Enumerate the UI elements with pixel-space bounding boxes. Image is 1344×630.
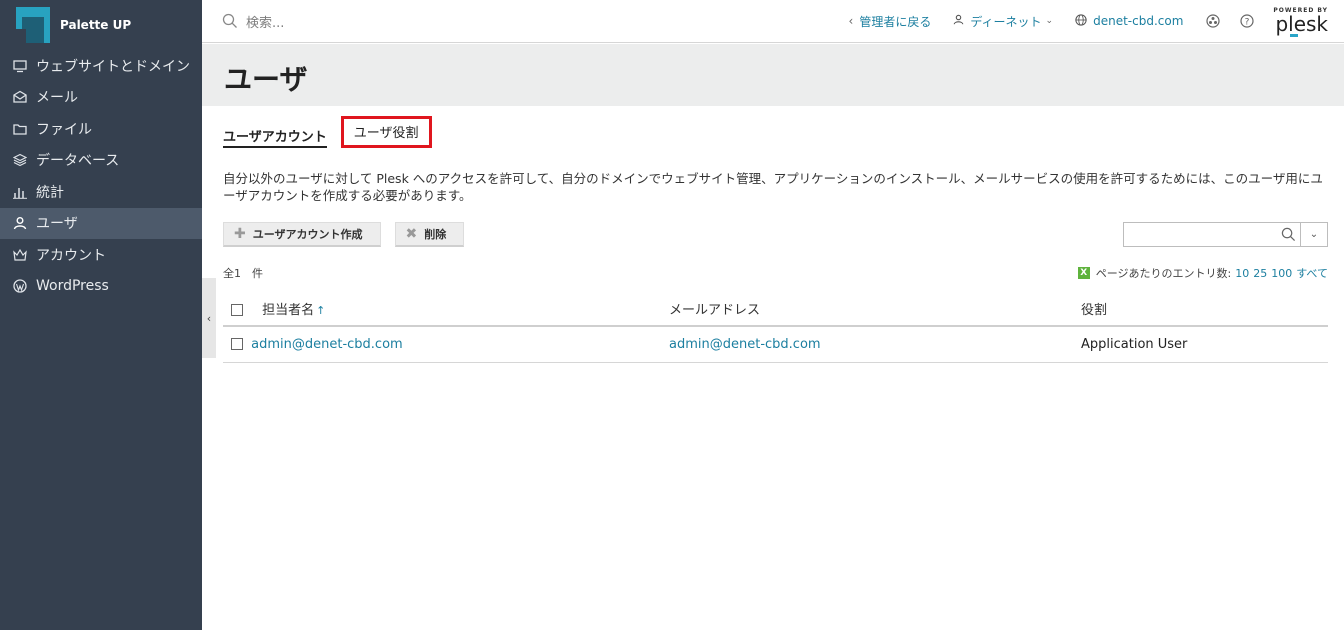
column-email[interactable]: メールアドレス: [669, 291, 1081, 327]
main-content: ユーザアカウント ユーザ役割 自分以外のユーザに対して Plesk へのアクセス…: [223, 106, 1328, 363]
title-band: ユーザ: [202, 44, 1344, 106]
sidebar-item-label: メール: [36, 90, 78, 107]
plesk-wordmark: plesk: [1275, 12, 1328, 37]
user-name: ディーネット: [970, 14, 1042, 29]
folder-icon: [13, 122, 27, 136]
brand-name: Palette UP: [60, 18, 132, 32]
svg-text:?: ?: [1245, 18, 1250, 28]
chevron-left-icon: ‹: [848, 14, 854, 28]
sidebar-item-account[interactable]: アカウント: [0, 239, 202, 271]
sidebar-item-label: 統計: [36, 184, 64, 201]
sidebar-item-statistics[interactable]: 統計: [0, 176, 202, 208]
per-page-option[interactable]: 10: [1235, 267, 1249, 280]
sidebar-item-label: アカウント: [36, 247, 106, 264]
list-meta: 全1 件 X ページあたりのエントリ数: 10 25 100 すべて: [223, 265, 1328, 281]
search-icon[interactable]: [1281, 227, 1296, 242]
sidebar-item-wordpress[interactable]: WordPress: [0, 271, 202, 303]
cell-role: Application User: [1081, 326, 1328, 363]
tab-user-accounts[interactable]: ユーザアカウント: [223, 122, 327, 148]
select-all-checkbox[interactable]: [231, 304, 243, 316]
sidebar-item-label: ファイル: [36, 121, 92, 138]
search-field[interactable]: 検索...: [222, 12, 849, 31]
user-menu[interactable]: ディーネット ⌄: [953, 13, 1053, 30]
back-to-admin-label: 管理者に戻る: [859, 14, 932, 29]
delete-label: 削除: [424, 227, 447, 241]
cell-email: admin@denet-cbd.com: [669, 326, 1081, 363]
create-user-account-label: ユーザアカウント作成: [252, 227, 363, 241]
domain-link[interactable]: denet-cbd.com: [1075, 13, 1184, 29]
crown-icon: [13, 248, 27, 262]
column-label: 担当者名: [262, 302, 315, 318]
tabs: ユーザアカウント ユーザ役割: [223, 116, 1328, 154]
cell-name: admin@denet-cbd.com: [223, 326, 669, 363]
tab-user-roles[interactable]: ユーザ役割: [340, 116, 432, 148]
column-role[interactable]: 役割: [1081, 291, 1328, 327]
help-icon: ?: [1240, 14, 1255, 28]
search-icon: [222, 13, 237, 28]
mail-icon: [13, 90, 27, 104]
list-search: ⌄: [1123, 221, 1328, 247]
back-to-admin-link[interactable]: ‹ 管理者に戻る: [849, 13, 932, 30]
domain-name: denet-cbd.com: [1093, 14, 1184, 28]
sort-up-icon: ↑: [316, 303, 326, 317]
sidebar-item-label: データベース: [36, 153, 120, 170]
per-page-option[interactable]: 100: [1271, 267, 1292, 280]
extensions-icon: [1206, 14, 1221, 28]
wordpress-icon: [13, 279, 27, 293]
users-table: 担当者名 ↑ メールアドレス 役割 admin@denet-cbd.com adm…: [223, 291, 1328, 363]
chevron-left-icon: ‹: [206, 311, 212, 325]
brand-logo-icon: [16, 7, 50, 43]
page-description: 自分以外のユーザに対して Plesk へのアクセスを許可して、自分のドメインでウ…: [223, 171, 1323, 203]
sidebar-item-label: ユーザ: [36, 216, 78, 233]
page-title: ユーザ: [224, 63, 308, 96]
create-user-account-button[interactable]: ✚ ユーザアカウント作成: [223, 221, 381, 247]
sidebar-item-users[interactable]: ユーザ: [0, 207, 202, 239]
excel-export-icon[interactable]: X: [1077, 267, 1090, 279]
brand[interactable]: Palette UP: [0, 0, 202, 50]
sidebar-item-databases[interactable]: データベース: [0, 145, 202, 177]
monitor-icon: [13, 59, 27, 73]
per-page-label: ページあたりのエントリ数:: [1095, 267, 1232, 280]
plesk-logo: POWERED BY plesk: [1273, 8, 1328, 37]
list-search-input[interactable]: [1123, 221, 1301, 247]
extensions-button[interactable]: [1205, 13, 1221, 29]
user-icon: [953, 14, 964, 28]
row-checkbox[interactable]: [231, 338, 243, 351]
per-page-option[interactable]: 25: [1253, 267, 1267, 280]
toolbar: ✚ ユーザアカウント作成 ✖ 削除 ⌄: [223, 221, 1328, 247]
database-icon: [13, 153, 27, 167]
sidebar-nav: ウェブサイトとドメイン メール ファイル データベース 統計 ユーザ アカウント…: [0, 50, 202, 302]
sidebar-item-websites[interactable]: ウェブサイトとドメイン: [0, 50, 202, 82]
user-icon: [13, 216, 27, 230]
table-row: admin@denet-cbd.com admin@denet-cbd.com …: [223, 326, 1328, 363]
delete-button[interactable]: ✖ 削除: [394, 221, 465, 247]
table-header-row: 担当者名 ↑ メールアドレス 役割: [223, 291, 1328, 327]
per-page-option[interactable]: すべて: [1296, 265, 1328, 281]
sidebar: Palette UP ウェブサイトとドメイン メール ファイル データベース 統…: [0, 0, 202, 630]
header: 検索... ‹ 管理者に戻る ディーネット ⌄ denet-cbd.com ? …: [202, 0, 1344, 43]
plus-icon: ✚: [234, 225, 246, 242]
per-page-selector: X ページあたりのエントリ数: 10 25 100 すべて: [1077, 265, 1328, 281]
sidebar-item-mail[interactable]: メール: [0, 82, 202, 114]
help-button[interactable]: ?: [1239, 13, 1255, 29]
delete-icon: ✖: [405, 225, 418, 242]
user-email-link[interactable]: admin@denet-cbd.com: [669, 337, 821, 352]
sidebar-item-label: ウェブサイトとドメイン: [36, 58, 190, 75]
globe-icon: [1075, 13, 1087, 29]
sidebar-item-files[interactable]: ファイル: [0, 113, 202, 145]
chevron-down-icon: ⌄: [1045, 16, 1054, 26]
user-name-link[interactable]: admin@denet-cbd.com: [251, 337, 403, 352]
search-input[interactable]: 検索...: [246, 12, 284, 31]
sidebar-collapse-button[interactable]: ‹: [202, 278, 216, 358]
total-count: 全1 件: [223, 267, 263, 280]
bar-chart-icon: [13, 185, 27, 199]
chevron-down-icon: ⌄: [1309, 228, 1319, 240]
search-options-dropdown[interactable]: ⌄: [1301, 221, 1328, 247]
sidebar-item-label: WordPress: [36, 278, 109, 295]
column-contact-name[interactable]: 担当者名 ↑: [223, 291, 669, 327]
